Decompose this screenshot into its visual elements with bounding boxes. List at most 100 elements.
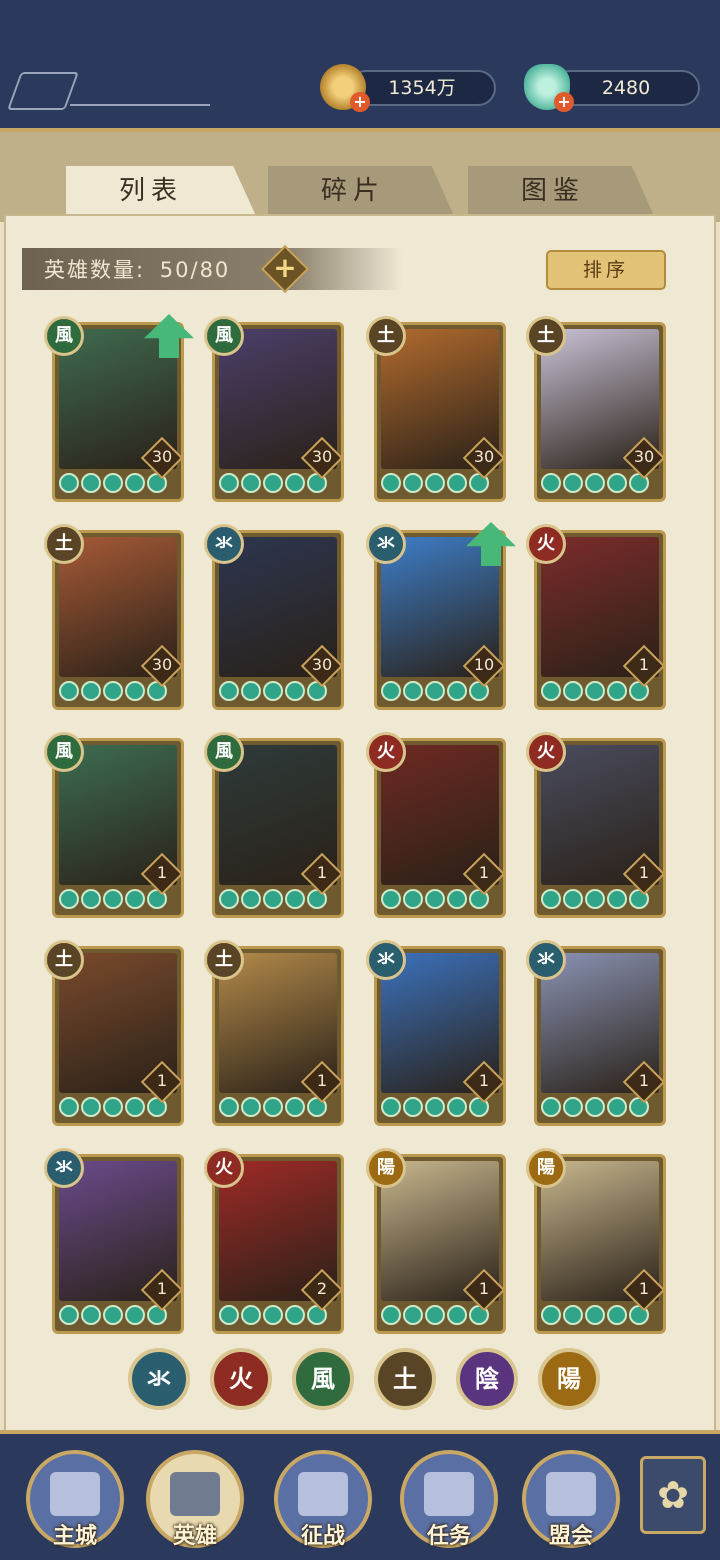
hero-level-badge: 30 xyxy=(300,644,341,688)
hero-level-badge: 30 xyxy=(140,644,181,688)
nav-label: 主城 xyxy=(52,1524,97,1549)
star-orb-icon xyxy=(263,473,283,493)
element-fire-icon: 火 xyxy=(204,1148,244,1188)
star-orb-icon xyxy=(585,681,605,701)
hero-level: 1 xyxy=(638,1279,650,1298)
hero-level-badge: 1 xyxy=(622,852,663,896)
star-orb-icon xyxy=(585,889,605,909)
hero-level-badge: 1 xyxy=(140,1060,181,1104)
element-earth-icon: 土 xyxy=(204,940,244,980)
expand-hero-slots-button[interactable]: + xyxy=(268,251,302,285)
star-orb-icon xyxy=(263,1097,283,1117)
star-orb-icon xyxy=(607,473,627,493)
menu-flower-icon[interactable]: ✿ xyxy=(640,1456,706,1534)
quest-scroll-icon xyxy=(424,1472,474,1516)
hero-level: 1 xyxy=(316,1071,328,1090)
star-orb-icon xyxy=(381,889,401,909)
gems-display: 2480 xyxy=(552,70,700,106)
star-orb-icon xyxy=(219,473,239,493)
star-orb-icon xyxy=(403,1097,423,1117)
star-orb-icon xyxy=(447,473,467,493)
star-orb-icon xyxy=(607,681,627,701)
filter-wind-button[interactable]: 風 xyxy=(292,1348,354,1410)
hero-level: 1 xyxy=(156,863,168,882)
star-orb-icon xyxy=(81,889,101,909)
hero-level-badge: 1 xyxy=(462,852,503,896)
filter-yang-button[interactable]: 陽 xyxy=(538,1348,600,1410)
star-orb-icon xyxy=(541,681,561,701)
star-orb-icon xyxy=(381,1097,401,1117)
hero-level-badge: 1 xyxy=(622,644,663,688)
star-orb-icon xyxy=(403,1305,423,1325)
sort-button[interactable]: 排序 xyxy=(546,250,666,290)
star-orb-icon xyxy=(585,1097,605,1117)
star-orb-icon xyxy=(541,473,561,493)
hero-count-label: 英雄数量: xyxy=(44,258,146,282)
star-orb-icon xyxy=(285,1305,305,1325)
hero-level: 30 xyxy=(311,447,333,466)
star-orb-icon xyxy=(403,473,423,493)
decorative-frame-icon xyxy=(7,72,79,110)
star-orb-icon xyxy=(447,1305,467,1325)
star-orb-icon xyxy=(585,473,605,493)
filter-earth-button[interactable]: 土 xyxy=(374,1348,436,1410)
star-orb-icon xyxy=(607,1305,627,1325)
star-orb-icon xyxy=(585,1305,605,1325)
star-orb-icon xyxy=(607,889,627,909)
star-orb-icon xyxy=(403,681,423,701)
star-orb-icon xyxy=(59,681,79,701)
star-orb-icon xyxy=(447,1097,467,1117)
hero-level-badge: 1 xyxy=(622,1060,663,1104)
element-fire-icon: 火 xyxy=(366,732,406,772)
filter-water-button[interactable]: 氺 xyxy=(128,1348,190,1410)
star-orb-icon xyxy=(59,1097,79,1117)
hero-level-badge: 1 xyxy=(462,1060,503,1104)
hero-level-badge: 30 xyxy=(300,436,341,480)
hero-level: 1 xyxy=(156,1279,168,1298)
star-orb-icon xyxy=(381,1305,401,1325)
hero-level: 30 xyxy=(311,655,333,674)
star-orb-icon xyxy=(285,889,305,909)
nav-label: 盟会 xyxy=(548,1524,593,1549)
filter-fire-button[interactable]: 火 xyxy=(210,1348,272,1410)
hero-level-badge: 1 xyxy=(300,852,341,896)
element-water-icon: 氺 xyxy=(204,524,244,564)
star-orb-icon xyxy=(103,1305,123,1325)
add-gems-button[interactable]: + xyxy=(554,92,574,112)
tab-shards[interactable]: 碎片 xyxy=(268,166,438,216)
star-orb-icon xyxy=(563,1305,583,1325)
hero-level: 1 xyxy=(478,1071,490,1090)
star-orb-icon xyxy=(541,1305,561,1325)
tab-codex[interactable]: 图鉴 xyxy=(468,166,638,216)
star-orb-icon xyxy=(59,1305,79,1325)
coins-value: 1354万 xyxy=(388,77,456,99)
element-yang-icon: 陽 xyxy=(366,1148,406,1188)
hero-level: 30 xyxy=(473,447,495,466)
hero-level: 1 xyxy=(156,1071,168,1090)
hero-level: 2 xyxy=(316,1279,328,1298)
element-yang-icon: 陽 xyxy=(526,1148,566,1188)
star-orb-icon xyxy=(103,473,123,493)
hero-level-badge: 1 xyxy=(140,852,181,896)
star-orb-icon xyxy=(447,681,467,701)
hero-count: 英雄数量: 50/80 xyxy=(44,254,230,284)
add-coins-button[interactable]: + xyxy=(350,92,370,112)
hero-level: 1 xyxy=(316,863,328,882)
element-wind-icon: 風 xyxy=(204,316,244,356)
star-orb-icon xyxy=(563,473,583,493)
divider xyxy=(70,104,210,106)
hero-level: 1 xyxy=(478,863,490,882)
element-water-icon: 氺 xyxy=(526,940,566,980)
element-fire-icon: 火 xyxy=(526,524,566,564)
tab-list[interactable]: 列表 xyxy=(66,166,236,216)
star-orb-icon xyxy=(403,889,423,909)
city-gate-icon xyxy=(50,1472,100,1516)
star-orb-icon xyxy=(81,473,101,493)
element-wind-icon: 風 xyxy=(44,732,84,772)
star-orb-icon xyxy=(241,681,261,701)
element-wind-icon: 風 xyxy=(204,732,244,772)
hero-level-badge: 30 xyxy=(622,436,663,480)
element-water-icon: 氺 xyxy=(44,1148,84,1188)
hero-level: 30 xyxy=(633,447,655,466)
filter-yin-button[interactable]: 陰 xyxy=(456,1348,518,1410)
